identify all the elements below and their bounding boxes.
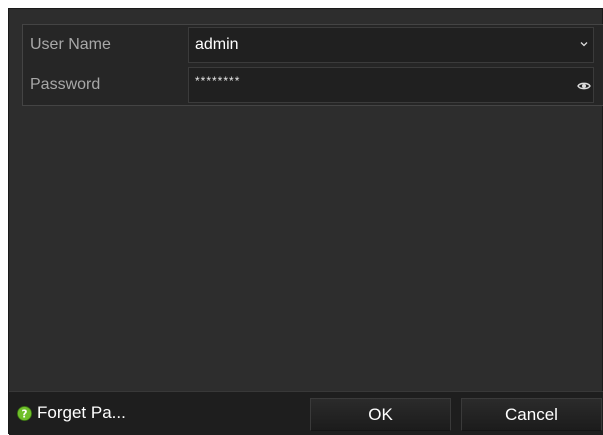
forget-password-label: Forget Pa... <box>37 403 126 422</box>
forget-password-link[interactable]: ? Forget Pa... <box>17 402 126 424</box>
password-value: ******** <box>195 74 241 88</box>
password-field[interactable]: ******** <box>188 67 594 103</box>
eye-icon[interactable] <box>577 79 591 91</box>
password-row: Password ******** <box>23 66 603 104</box>
ok-button[interactable]: OK <box>310 398 451 431</box>
login-form: User Name admin Password ******** <box>22 24 603 106</box>
chevron-down-icon[interactable] <box>579 39 589 49</box>
dialog-footer: ? Forget Pa... OK Cancel <box>9 391 603 435</box>
username-value: admin <box>195 36 239 53</box>
username-row: User Name admin <box>23 26 603 64</box>
login-dialog: User Name admin Password ******** ? Forg… <box>8 8 603 435</box>
question-icon: ? <box>17 405 32 421</box>
password-label: Password <box>30 76 101 93</box>
cancel-button[interactable]: Cancel <box>461 398 602 431</box>
username-select[interactable]: admin <box>188 27 594 63</box>
svg-text:?: ? <box>22 408 28 420</box>
username-label: User Name <box>30 36 111 53</box>
